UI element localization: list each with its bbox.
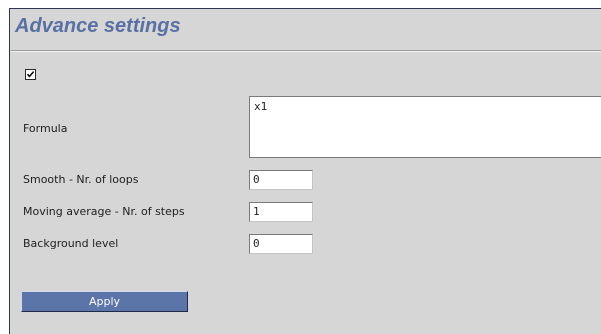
background-level-input[interactable]: 0 [249,234,313,254]
title-divider [11,50,601,51]
checkmark-icon [26,71,35,78]
apply-button[interactable]: Apply [21,291,188,312]
smooth-loops-input[interactable]: 0 [249,170,313,190]
background-level-label: Background level [23,237,119,250]
moving-average-steps-label: Moving average - Nr. of steps [23,205,185,218]
formula-label: Formula [23,122,68,135]
advance-settings-panel: Advance settings Formula x1 Smooth - Nr.… [9,8,601,334]
panel-title: Advance settings [15,15,181,37]
moving-average-steps-input[interactable]: 1 [249,202,313,222]
formula-textarea[interactable]: x1 [249,96,601,158]
smooth-loops-label: Smooth - Nr. of loops [23,173,139,186]
enable-checkbox[interactable] [25,69,36,80]
